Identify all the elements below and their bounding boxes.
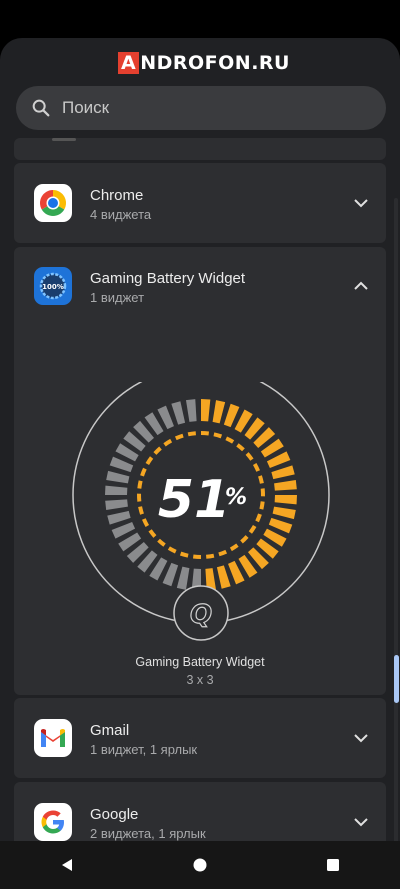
outer-level-segment bbox=[271, 465, 295, 480]
chrome-widget-count: 4 виджета bbox=[90, 207, 152, 222]
gaming-battery-app-icon: 100% bbox=[34, 267, 72, 305]
inner-level-dash bbox=[205, 553, 215, 559]
inner-level-dash bbox=[245, 452, 254, 461]
inner-level-dash bbox=[142, 518, 150, 527]
gaming-battery-widget-count: 1 виджет bbox=[90, 290, 145, 305]
inner-level-dash bbox=[187, 431, 197, 437]
list-item-gaming-battery-widget[interactable]: 100% Gaming Battery Widget 1 виджет 51 %… bbox=[14, 247, 386, 695]
widget-logo-glyph: Q bbox=[190, 600, 212, 630]
chrome-name: Chrome bbox=[90, 187, 144, 204]
inner-level-dash bbox=[148, 529, 157, 538]
scrollbar-thumb[interactable] bbox=[394, 655, 399, 703]
chevron-down-icon[interactable] bbox=[352, 813, 370, 831]
chrome-app-icon bbox=[34, 184, 72, 222]
outer-level-segment bbox=[268, 517, 293, 534]
list-item-partial[interactable] bbox=[14, 138, 386, 160]
watermark: A NDROFON.RU bbox=[118, 52, 290, 74]
back-button[interactable] bbox=[47, 845, 87, 885]
inner-level-dash bbox=[145, 456, 154, 466]
outer-level-segment bbox=[185, 399, 197, 422]
inner-level-dash bbox=[138, 506, 144, 515]
inner-level-dash bbox=[229, 543, 239, 552]
inner-level-dash bbox=[248, 524, 257, 534]
recents-square-icon bbox=[327, 859, 340, 871]
gmail-app-icon bbox=[34, 719, 72, 757]
gmail-widget-count: 1 виджет, 1 ярлык bbox=[90, 742, 198, 757]
search-placeholder: Поиск bbox=[62, 98, 110, 117]
inner-level-dash bbox=[163, 438, 173, 447]
outer-level-segment bbox=[162, 562, 179, 587]
inner-level-dash bbox=[153, 446, 162, 455]
widget-preview-label: Gaming Battery Widget bbox=[135, 655, 265, 669]
battery-percent-sign: % bbox=[225, 485, 247, 510]
search-input[interactable]: Поиск bbox=[16, 86, 386, 130]
chrome-icon bbox=[39, 190, 67, 217]
google-name: Google bbox=[90, 806, 139, 823]
inner-level-dash bbox=[236, 443, 245, 452]
gaming-battery-name: Gaming Battery Widget bbox=[90, 270, 246, 287]
google-widget-count: 2 виджета, 1 ярлык bbox=[90, 826, 206, 841]
home-circle-icon bbox=[193, 858, 207, 872]
widget-preview-size: 3 x 3 bbox=[186, 673, 214, 687]
outer-level-segment bbox=[216, 565, 231, 589]
battery-ring-icon: 100% bbox=[39, 272, 67, 300]
inner-level-dash bbox=[225, 436, 235, 444]
partial-icon bbox=[52, 138, 76, 141]
outer-level-segment bbox=[171, 401, 186, 425]
chevron-up-icon[interactable] bbox=[352, 277, 370, 295]
back-triangle-icon bbox=[61, 859, 72, 871]
battery-widget-preview[interactable]: 51 % Q bbox=[14, 382, 386, 682]
inner-level-dash bbox=[157, 538, 166, 547]
outer-level-segment bbox=[105, 485, 128, 495]
scrollbar-track[interactable] bbox=[394, 198, 398, 858]
outer-level-segment bbox=[201, 399, 211, 422]
recents-button[interactable] bbox=[313, 845, 353, 885]
outer-level-segment bbox=[274, 495, 297, 505]
outer-level-segment bbox=[105, 499, 128, 511]
svg-text:100%: 100% bbox=[42, 283, 64, 291]
inner-level-dash bbox=[258, 475, 264, 484]
search-icon bbox=[32, 99, 50, 117]
outer-level-segment bbox=[212, 400, 226, 424]
outer-level-segment bbox=[176, 566, 190, 590]
home-button[interactable] bbox=[180, 845, 220, 885]
inner-level-dash bbox=[137, 480, 143, 489]
gmail-name: Gmail bbox=[90, 722, 130, 739]
list-item-gmail[interactable]: Gmail 1 виджет, 1 ярлык bbox=[14, 698, 386, 778]
inner-level-dash bbox=[252, 463, 260, 472]
inner-level-dash bbox=[259, 501, 265, 510]
google-app-icon bbox=[34, 803, 72, 841]
outer-level-segment bbox=[274, 479, 297, 491]
outer-level-segment bbox=[107, 510, 131, 525]
inner-level-dash bbox=[179, 551, 189, 558]
chevron-down-icon[interactable] bbox=[352, 729, 370, 747]
inner-level-dash bbox=[174, 433, 184, 441]
inner-level-dash bbox=[167, 546, 177, 554]
google-icon bbox=[41, 810, 64, 834]
outer-level-segment bbox=[109, 456, 134, 473]
list-item-chrome[interactable]: Chrome 4 виджета bbox=[14, 163, 386, 243]
battery-percent-value: 51 bbox=[158, 470, 230, 530]
inner-level-dash bbox=[213, 432, 223, 439]
outer-level-segment bbox=[223, 403, 240, 428]
navigation-bar bbox=[0, 841, 400, 889]
outer-level-segment bbox=[106, 470, 130, 484]
inner-level-dash bbox=[240, 535, 249, 544]
outer-level-segment bbox=[272, 506, 296, 520]
inner-level-dash bbox=[140, 467, 147, 477]
inner-level-dash bbox=[255, 513, 262, 523]
gmail-icon bbox=[41, 729, 65, 747]
chevron-down-icon[interactable] bbox=[352, 194, 370, 212]
inner-level-dash bbox=[218, 549, 228, 557]
